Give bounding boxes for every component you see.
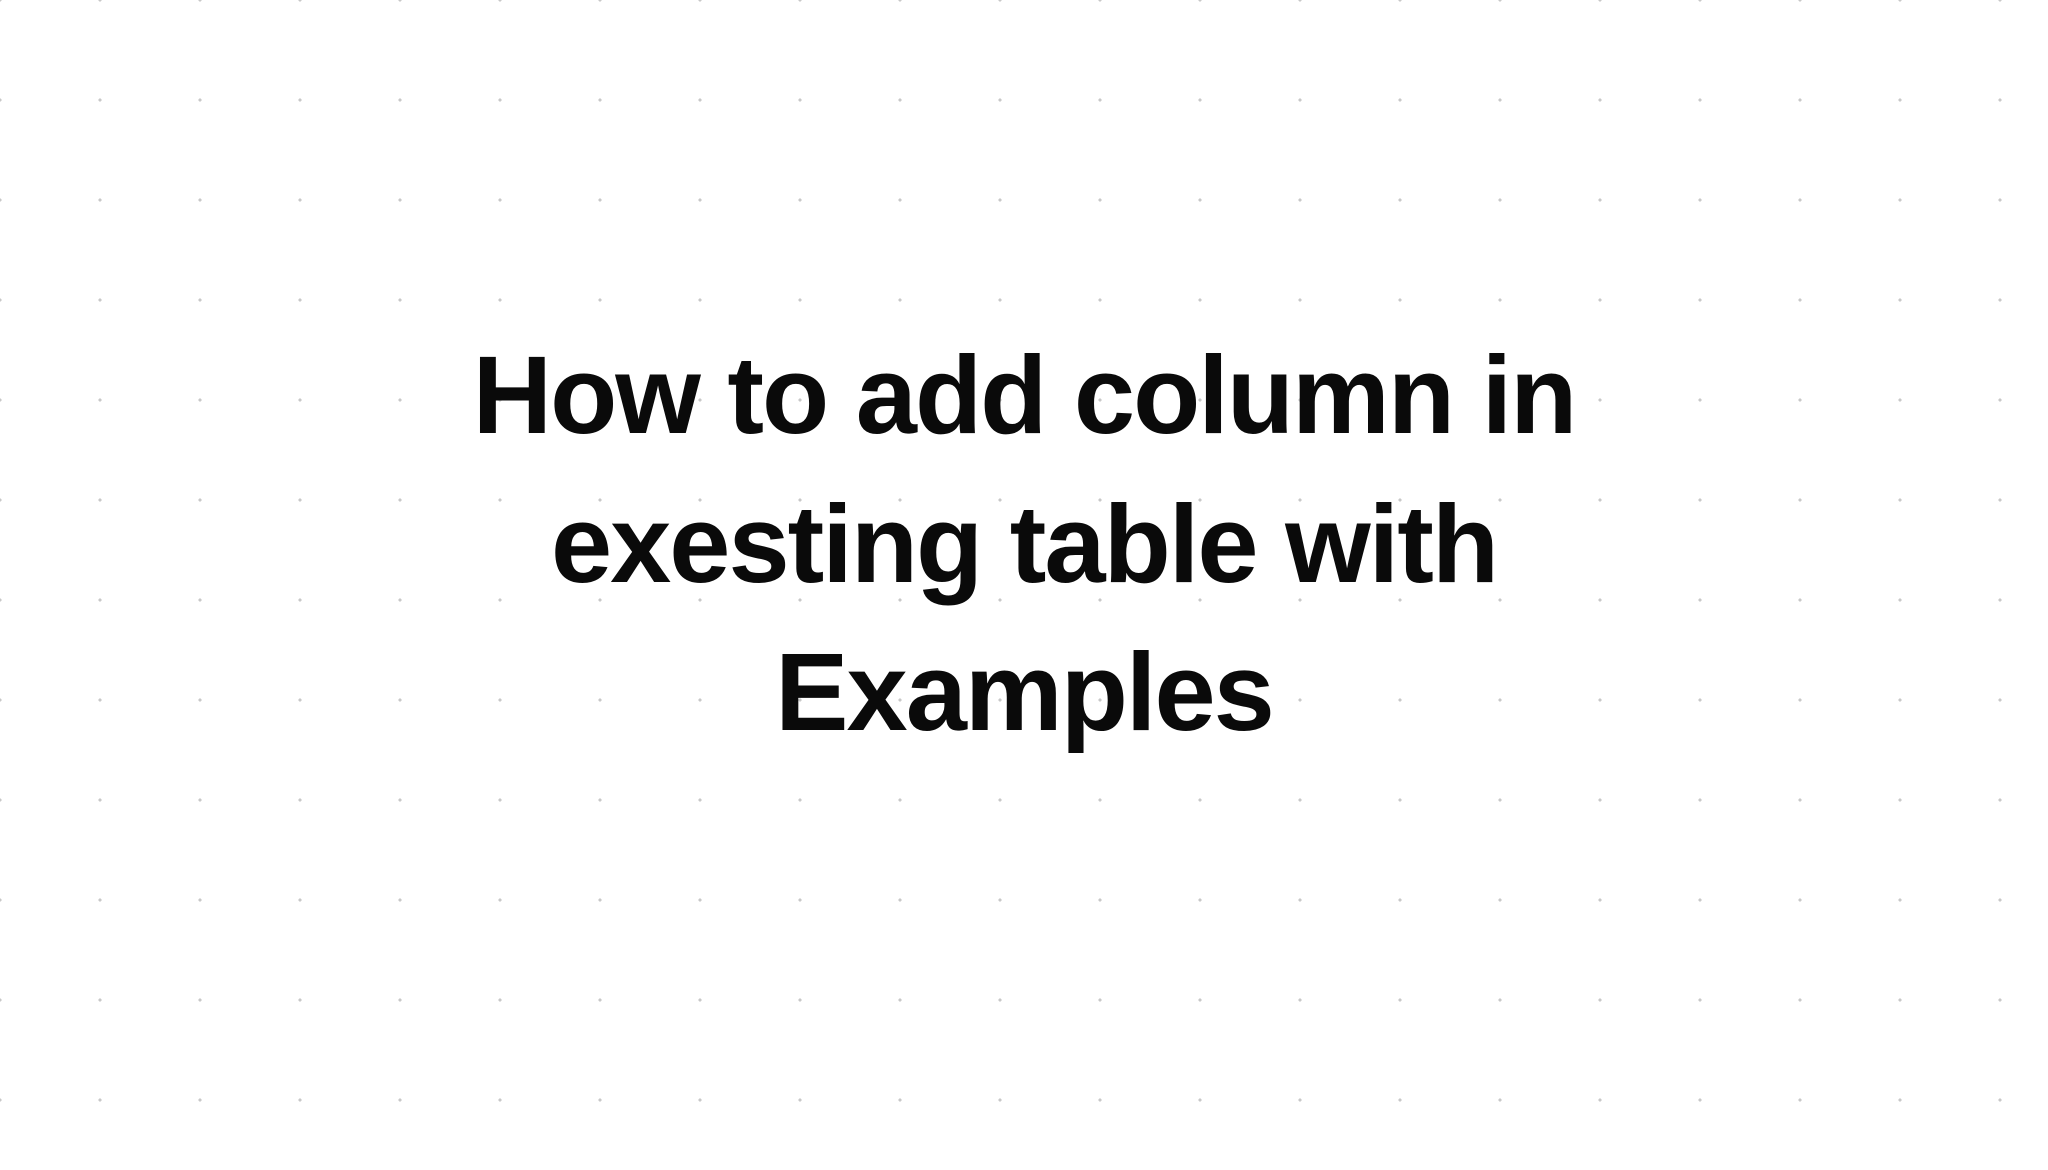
page-title: How to add column in exesting table with… [374, 322, 1674, 768]
